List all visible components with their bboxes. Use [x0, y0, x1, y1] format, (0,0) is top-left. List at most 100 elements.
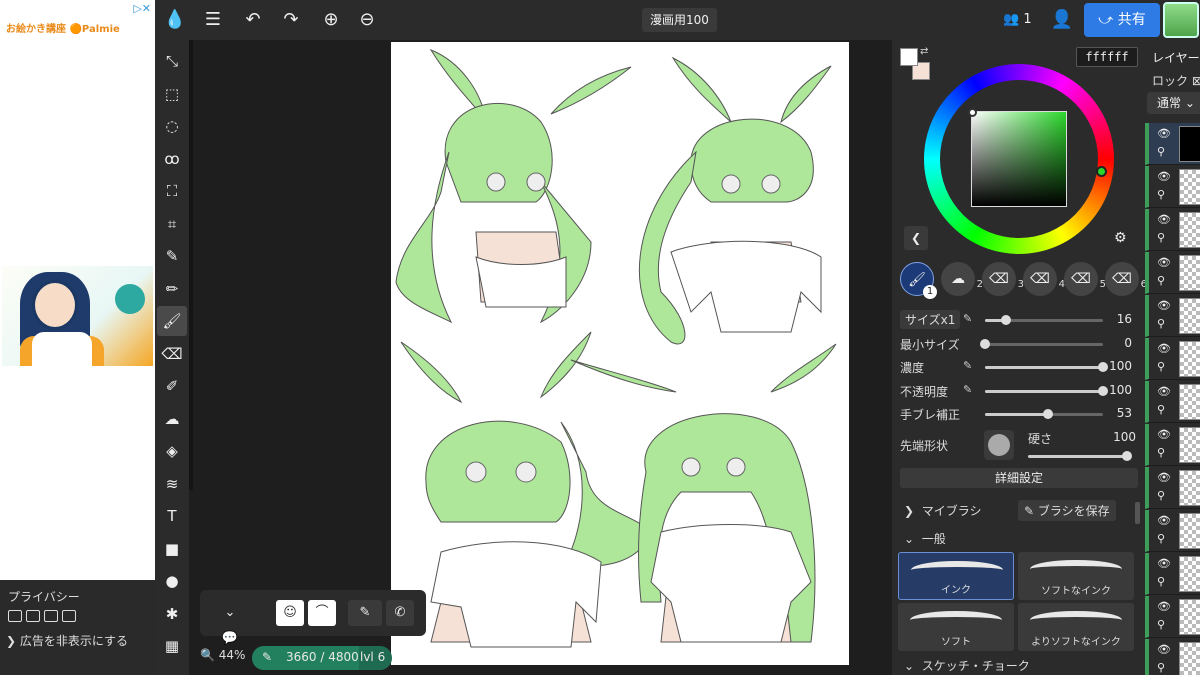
menu-icon[interactable]: ☰: [201, 8, 225, 32]
chat-toggle-icon[interactable]: ⌄💬: [218, 600, 242, 646]
property-slider[interactable]: [985, 362, 1108, 372]
eye-icon[interactable]: 👁: [1157, 600, 1171, 613]
zoom-in-icon[interactable]: ⊕: [319, 8, 343, 32]
pressure-icon[interactable]: ✎: [963, 359, 972, 372]
gear-icon[interactable]: ⚙: [1114, 230, 1127, 246]
crop-tool-icon[interactable]: ⌗: [157, 209, 187, 239]
my-brush-section[interactable]: ❯ マイブラシ: [904, 502, 981, 519]
smudge-tool-icon[interactable]: ☁: [157, 404, 187, 434]
detail-settings-button[interactable]: 詳細設定: [900, 468, 1138, 488]
star-tool-icon[interactable]: ✱: [157, 599, 187, 629]
layer-options-icon[interactable]: ⚲: [1157, 188, 1165, 201]
chevron-left-icon[interactable]: ❮: [904, 226, 928, 250]
zoom-readout[interactable]: 🔍 44%: [200, 648, 245, 662]
brush-preset[interactable]: よりソフトなインク: [1018, 603, 1134, 651]
foreground-color-swatch[interactable]: [900, 48, 918, 66]
hex-color-input[interactable]: ffffff: [1076, 47, 1138, 67]
layer-row[interactable]: 👁 ⚲: [1145, 596, 1200, 638]
layer-options-icon[interactable]: ⚲: [1157, 317, 1165, 330]
brush-slot-5[interactable]: ⌫ 5: [1064, 262, 1106, 296]
eraser-tool-icon[interactable]: ⌫: [157, 339, 187, 369]
transform-tool-icon[interactable]: ⛶: [157, 176, 187, 206]
slider-knob[interactable]: [1098, 362, 1108, 372]
gradient-tool-icon[interactable]: ≋: [157, 469, 187, 499]
layer-row[interactable]: 👁 ⚲: [1145, 209, 1200, 251]
save-brush-button[interactable]: ✎ ブラシを保存: [1018, 500, 1116, 521]
ad-banner[interactable]: お絵かき講座 🟠Palmie ▷✕: [0, 0, 155, 40]
text-tool-icon[interactable]: T: [157, 501, 187, 531]
eye-icon[interactable]: 👁: [1157, 557, 1171, 570]
zoom-out-icon[interactable]: ⊖: [355, 8, 379, 32]
brush-preset[interactable]: ソフト: [898, 603, 1014, 651]
layer-options-icon[interactable]: ⚲: [1157, 231, 1165, 244]
brush-slot-3[interactable]: ⌫ 3: [982, 262, 1024, 296]
layer-options-icon[interactable]: ⚲: [1157, 403, 1165, 416]
hide-ads-link[interactable]: ❯ 広告を非表示にする: [6, 632, 156, 649]
share-button[interactable]: ⤻ 共有: [1084, 3, 1160, 37]
fill-tool-icon[interactable]: ◈: [157, 436, 187, 466]
hardness-slider[interactable]: [1028, 451, 1132, 461]
circle-tool-icon[interactable]: ●: [157, 566, 187, 596]
brush-slot-6[interactable]: ⌫ 6: [1105, 262, 1147, 296]
sv-picker-handle[interactable]: [968, 108, 977, 117]
eye-icon[interactable]: 👁: [1157, 342, 1171, 355]
film-tool-icon[interactable]: ▦: [157, 631, 187, 661]
brush-tool-icon[interactable]: 🖌: [157, 306, 187, 336]
brush-preset[interactable]: ソフトなインク: [1018, 552, 1134, 600]
move-tool-icon[interactable]: ⤡: [157, 46, 187, 76]
brush-preset[interactable]: インク: [898, 552, 1014, 600]
slider-knob[interactable]: [1001, 315, 1012, 325]
eye-icon[interactable]: 👁: [1157, 127, 1171, 140]
slider-knob[interactable]: [1042, 409, 1053, 419]
brush-slot-1[interactable]: 🖌 1: [900, 262, 937, 299]
pressure-icon[interactable]: ✎: [963, 312, 972, 325]
app-logo-icon[interactable]: 💧: [163, 8, 187, 32]
layer-row[interactable]: 👁 ⚲: [1145, 338, 1200, 380]
eye-icon[interactable]: 👁: [1157, 170, 1171, 183]
brush-slot-4[interactable]: ⌫ 4: [1023, 262, 1065, 296]
layer-row[interactable]: 👁 ⚲: [1145, 553, 1200, 595]
undo-icon[interactable]: ↶: [241, 8, 265, 32]
general-section[interactable]: ⌄ 一般: [904, 530, 946, 547]
slider-knob[interactable]: [980, 338, 990, 349]
layer-row[interactable]: 👁 ⚲: [1145, 639, 1200, 675]
saturation-value-box[interactable]: [971, 111, 1067, 207]
property-slider[interactable]: [985, 385, 1108, 396]
property-slider[interactable]: [985, 409, 1103, 419]
adchoice-icon[interactable]: ▷✕: [133, 2, 151, 15]
eye-icon[interactable]: 👁: [1157, 471, 1171, 484]
layer-row[interactable]: 👁 ⚲: [1145, 252, 1200, 294]
layer-options-icon[interactable]: ⚲: [1157, 360, 1165, 373]
layer-row[interactable]: 👁 ⚲: [1145, 166, 1200, 208]
layout-option-icon[interactable]: [26, 610, 40, 622]
progress-pill[interactable]: ✎ 3660 / 4800 lvl 6: [252, 646, 392, 670]
layout-option-icon[interactable]: [62, 610, 76, 622]
tip-shape-button[interactable]: [984, 430, 1014, 460]
blur-tool-icon[interactable]: ✐: [157, 371, 187, 401]
ad-brand[interactable]: お絵かき講座 🟠Palmie: [6, 20, 120, 35]
eye-icon[interactable]: 👁: [1157, 299, 1171, 312]
add-user-icon[interactable]: 👤: [1050, 8, 1074, 32]
property-slider[interactable]: [985, 315, 1103, 325]
layer-options-icon[interactable]: ⚲: [1157, 661, 1165, 674]
eye-icon[interactable]: 👁: [1157, 385, 1171, 398]
layer-options-icon[interactable]: ⚲: [1157, 618, 1165, 631]
pressure-icon[interactable]: ✎: [963, 383, 972, 396]
eye-icon[interactable]: 👁: [1157, 256, 1171, 269]
panel-scrollbar[interactable]: [1135, 502, 1140, 524]
drawing-canvas[interactable]: [391, 42, 849, 665]
layer-row[interactable]: 👁 ⚲: [1145, 295, 1200, 337]
eye-icon[interactable]: 👁: [1157, 514, 1171, 527]
slider-knob[interactable]: [1098, 385, 1108, 396]
stroke-hide-icon[interactable]: ✎: [348, 600, 382, 626]
layer-options-icon[interactable]: ⚲: [1157, 145, 1165, 158]
swap-colors-icon[interactable]: ⇄: [920, 46, 928, 57]
reference-thumbnail-2[interactable]: ⌒: [308, 600, 336, 626]
eye-icon[interactable]: 👁: [1157, 643, 1171, 656]
layout-option-icon[interactable]: [44, 610, 58, 622]
rectangle-tool-icon[interactable]: ■: [157, 534, 187, 564]
ad-image[interactable]: [2, 266, 153, 366]
rect-select-tool-icon[interactable]: ⬚: [157, 79, 187, 109]
call-icon[interactable]: ✆: [386, 600, 414, 626]
blend-mode-select[interactable]: 通常 ⌄: [1147, 92, 1200, 114]
